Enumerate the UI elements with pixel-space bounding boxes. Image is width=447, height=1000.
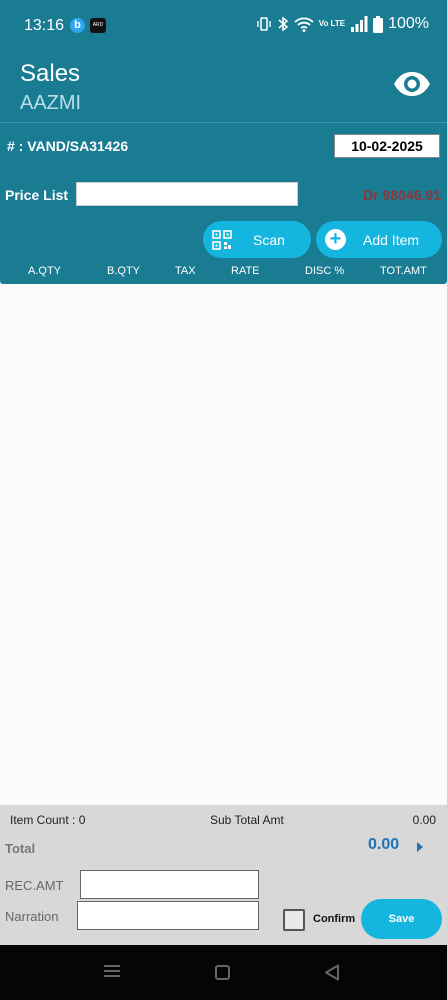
system-nav-bar	[0, 945, 447, 1000]
add-item-button[interactable]: + Add Item	[316, 221, 442, 258]
total-label: Total	[5, 841, 36, 856]
rec-amt-input[interactable]	[80, 870, 259, 899]
item-count: Item Count : 0	[10, 813, 86, 827]
add-item-label: Add Item	[363, 232, 420, 248]
app-notification-icon: b	[70, 18, 85, 33]
confirm-checkbox[interactable]	[283, 909, 305, 931]
totals-footer: Item Count : 0 Sub Total Amt 0.00 Total …	[0, 805, 447, 945]
app-notification-icon-2: ARD	[90, 18, 106, 33]
column-header-tot-amt: TOT.AMT	[380, 265, 427, 277]
battery-icon	[373, 15, 384, 33]
balance-amount: Dr 98046.91	[363, 187, 441, 203]
narration-input[interactable]	[77, 901, 259, 930]
status-icons: Vo LTE 100%	[256, 15, 429, 33]
caret-right-icon[interactable]	[417, 842, 423, 852]
wifi-icon	[294, 17, 314, 32]
home-icon[interactable]	[215, 965, 230, 980]
column-header-tax: TAX	[175, 265, 196, 277]
app-header: Sales AAZMI	[0, 52, 447, 122]
page-title: Sales	[20, 60, 81, 87]
item-list[interactable]	[0, 284, 447, 805]
column-header-disc: DISC %	[305, 265, 345, 277]
column-header-b-qty: B.QTY	[107, 265, 141, 277]
column-header-a-qty: A.QTY	[28, 265, 62, 277]
voucher-form: # : VAND/SA31426 10-02-2025 Price List D…	[0, 123, 447, 284]
date-field[interactable]: 10-02-2025	[334, 134, 440, 158]
voucher-number: # : VAND/SA31426	[7, 138, 129, 154]
scan-label: Scan	[253, 232, 285, 248]
bluetooth-icon	[278, 16, 288, 32]
back-icon[interactable]	[324, 964, 340, 981]
recent-apps-icon[interactable]	[104, 965, 120, 979]
eye-icon[interactable]	[393, 70, 431, 98]
narration-label: Narration	[5, 909, 59, 924]
status-time: 13:16	[24, 17, 65, 34]
subtotal-value: 0.00	[412, 813, 436, 827]
total-value: 0.00	[368, 836, 400, 853]
signal-icon	[351, 16, 368, 32]
volte-indicator: Vo LTE	[318, 19, 346, 28]
customer-name: AAZMI	[20, 92, 82, 114]
rec-amt-label: REC.AMT	[5, 878, 64, 893]
battery-percent: 100%	[388, 15, 429, 32]
confirm-label: Confirm	[313, 913, 356, 925]
plus-icon: +	[325, 229, 346, 250]
qr-code-icon	[212, 230, 232, 250]
scan-button[interactable]: Scan	[203, 221, 311, 258]
column-header-rate: RATE	[231, 265, 260, 277]
subtotal-label: Sub Total Amt	[210, 813, 284, 827]
price-list-label: Price List	[5, 187, 69, 203]
status-bar: 13:16 b ARD Vo LTE 100%	[0, 0, 447, 52]
save-button[interactable]: Save	[361, 899, 442, 939]
vibrate-icon	[257, 17, 271, 31]
price-list-input[interactable]	[76, 182, 298, 206]
